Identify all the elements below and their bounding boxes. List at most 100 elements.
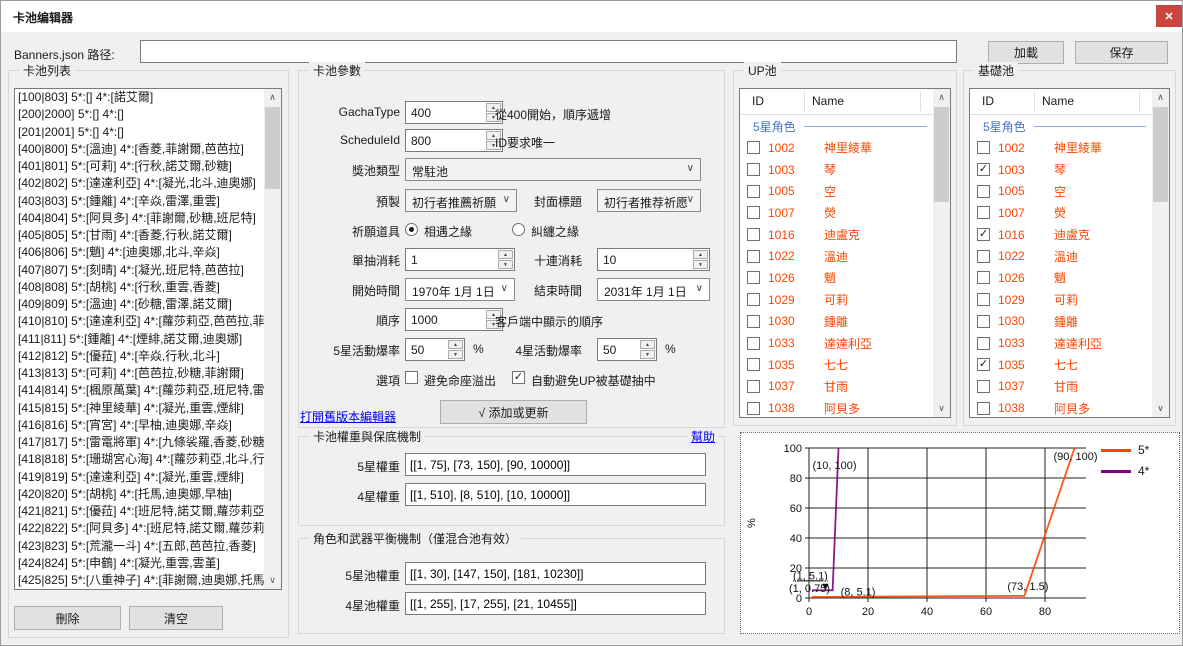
auto-avoid-up-checkbox[interactable]: ✓ xyxy=(512,371,525,384)
banner-list-item[interactable]: [405|805] 5*:[甘雨] 4*:[香菱,行秋,諾艾爾] xyxy=(15,227,264,244)
character-row[interactable]: 1002神里綾華 xyxy=(740,137,933,159)
rate5-stepper[interactable]: 50 ▲▼ xyxy=(405,338,465,361)
character-row[interactable]: 1038阿貝多 xyxy=(740,397,933,417)
banner-list-item[interactable]: [423|823] 5*:[荒瀧一斗] 4*:[五郎,芭芭拉,香菱] xyxy=(15,538,264,555)
scroll-thumb[interactable] xyxy=(265,107,280,189)
column-id[interactable]: ID xyxy=(982,94,994,108)
character-checkbox[interactable] xyxy=(747,141,760,154)
character-row[interactable]: 1022溫迪 xyxy=(970,245,1152,267)
character-row[interactable]: 1002神里綾華 xyxy=(970,137,1152,159)
character-row[interactable]: ✓1003琴 xyxy=(970,159,1152,181)
banner-list-item[interactable]: [411|811] 5*:[鍾離] 4*:[煙緋,諾艾爾,迪奧娜] xyxy=(15,331,264,348)
banner-list-item[interactable]: [420|820] 5*:[胡桃] 4*:[托馬,迪奧娜,早柚] xyxy=(15,486,264,503)
up-pool-listview[interactable]: ID Name 5星角色 1002神里綾華1003琴1005空1007熒1016… xyxy=(739,88,951,418)
banner-list-item[interactable]: [417|817] 5*:[雷電將軍] 4*:[九條裟羅,香菱,砂糖] xyxy=(15,434,264,451)
banner-list-item[interactable]: [201|2001] 5*:[] 4*:[] xyxy=(15,124,264,141)
load-button[interactable]: 加載 xyxy=(988,41,1064,64)
character-row[interactable]: 1035七七 xyxy=(740,354,933,376)
weight5-input[interactable] xyxy=(405,453,706,476)
scroll-down-icon[interactable]: ∨ xyxy=(933,400,950,417)
scroll-down-icon[interactable]: ∨ xyxy=(264,572,281,589)
cover-dropdown[interactable]: 初行者推荐祈愿 ∨ xyxy=(597,189,701,212)
banner-list-item[interactable]: [415|815] 5*:[神里綾華] 4*:[凝光,重雲,煙緋] xyxy=(15,400,264,417)
character-checkbox[interactable] xyxy=(747,185,760,198)
spin-down-icon[interactable]: ▼ xyxy=(693,260,708,269)
radio-acquaint-fate[interactable] xyxy=(405,223,418,236)
banner-list-item[interactable]: [421|821] 5*:[優菈] 4*:[班尼特,諾艾爾,蘿莎莉亞] xyxy=(15,503,264,520)
help-link[interactable]: 幫助 xyxy=(688,428,718,445)
character-row[interactable]: 1005空 xyxy=(970,180,1152,202)
banner-list-item[interactable]: [419|819] 5*:[達達利亞] 4*:[凝光,重雲,煙緋] xyxy=(15,469,264,486)
character-row[interactable]: 1026魈 xyxy=(970,267,1152,289)
banner-list-item[interactable]: [100|803] 5*:[] 4*:[諾艾爾] xyxy=(15,89,264,106)
base-pool-scrollbar[interactable]: ∧ ∨ xyxy=(1152,89,1169,417)
path-input[interactable] xyxy=(140,40,957,63)
character-checkbox[interactable] xyxy=(747,380,760,393)
character-row[interactable]: 1016迪盧克 xyxy=(740,224,933,246)
scroll-up-icon[interactable]: ∧ xyxy=(933,89,950,106)
banner-list-item[interactable]: [404|804] 5*:[阿貝多] 4*:[菲謝爾,砂糖,班尼特] xyxy=(15,210,264,227)
character-checkbox[interactable] xyxy=(747,228,760,241)
banner-list-item[interactable]: [412|812] 5*:[優菈] 4*:[辛焱,行秋,北斗] xyxy=(15,348,264,365)
banner-list-item[interactable]: [425|825] 5*:[八重神子] 4*:[菲謝爾,迪奧娜,托馬] xyxy=(15,572,264,589)
character-row[interactable]: 1033達達利亞 xyxy=(970,332,1152,354)
character-row[interactable]: ✓1035七七 xyxy=(970,354,1152,376)
character-checkbox[interactable] xyxy=(747,358,760,371)
character-checkbox[interactable]: ✓ xyxy=(977,358,990,371)
character-row[interactable]: 1037甘雨 xyxy=(740,376,933,398)
character-checkbox[interactable] xyxy=(977,185,990,198)
scroll-down-icon[interactable]: ∨ xyxy=(1152,400,1169,417)
character-checkbox[interactable] xyxy=(977,293,990,306)
character-checkbox[interactable] xyxy=(977,402,990,415)
spin-down-icon[interactable]: ▼ xyxy=(448,350,463,359)
character-checkbox[interactable] xyxy=(977,271,990,284)
column-name[interactable]: Name xyxy=(1042,94,1074,108)
character-row[interactable]: 1030鍾離 xyxy=(740,311,933,333)
character-checkbox[interactable] xyxy=(977,206,990,219)
character-checkbox[interactable] xyxy=(747,250,760,263)
scroll-up-icon[interactable]: ∧ xyxy=(264,89,281,106)
pool-list-scrollbar[interactable]: ∧ ∨ xyxy=(264,89,281,589)
character-checkbox[interactable]: ✓ xyxy=(977,228,990,241)
end-time-picker[interactable]: 2031年 1月 1日 ∨ xyxy=(597,278,710,301)
delete-button[interactable]: 刪除 xyxy=(14,606,121,630)
character-row[interactable]: 1007熒 xyxy=(740,202,933,224)
spin-up-icon[interactable]: ▲ xyxy=(693,250,708,259)
character-checkbox[interactable] xyxy=(977,380,990,393)
character-checkbox[interactable] xyxy=(747,337,760,350)
rate4-stepper[interactable]: 50 ▲▼ xyxy=(597,338,657,361)
banner-list-item[interactable]: [400|800] 5*:[溫迪] 4*:[香菱,菲謝爾,芭芭拉] xyxy=(15,141,264,158)
character-checkbox[interactable] xyxy=(747,163,760,176)
scroll-up-icon[interactable]: ∧ xyxy=(1152,89,1169,106)
character-checkbox[interactable]: ✓ xyxy=(977,163,990,176)
banner-list-item[interactable]: [200|2000] 5*:[] 4*:[] xyxy=(15,106,264,123)
column-id[interactable]: ID xyxy=(752,94,764,108)
banner-list-item[interactable]: [403|803] 5*:[鍾離] 4*:[辛焱,雷澤,重雲] xyxy=(15,193,264,210)
save-button[interactable]: 保存 xyxy=(1075,41,1168,64)
character-checkbox[interactable] xyxy=(747,293,760,306)
open-old-editor-link[interactable]: 打開舊版本編輯器 xyxy=(300,408,396,425)
banner-list-item[interactable]: [407|807] 5*:[刻晴] 4*:[凝光,班尼特,芭芭拉] xyxy=(15,262,264,279)
banner-list-item[interactable]: [409|809] 5*:[溫迪] 4*:[砂糖,雷澤,諾艾爾] xyxy=(15,296,264,313)
spin-up-icon[interactable]: ▲ xyxy=(448,340,463,349)
banner-list-item[interactable]: [418|818] 5*:[珊瑚宮心海] 4*:[蘿莎莉亞,北斗,行秋] xyxy=(15,451,264,468)
character-row[interactable]: 1022溫迪 xyxy=(740,245,933,267)
radio-intertwined-fate[interactable] xyxy=(512,223,525,236)
character-checkbox[interactable] xyxy=(977,250,990,263)
banner-list-item[interactable]: [410|810] 5*:[達達利亞] 4*:[蘿莎莉亞,芭芭拉,菲謝爾] xyxy=(15,313,264,330)
character-row[interactable]: 1030鍾離 xyxy=(970,311,1152,333)
column-name[interactable]: Name xyxy=(812,94,844,108)
pool-listbox[interactable]: [100|803] 5*:[] 4*:[諾艾爾][200|2000] 5*:[]… xyxy=(14,88,282,590)
clear-button[interactable]: 清空 xyxy=(129,606,223,630)
character-checkbox[interactable] xyxy=(977,315,990,328)
pooltype-dropdown[interactable]: 常駐池 ∨ xyxy=(405,158,701,181)
character-checkbox[interactable] xyxy=(747,271,760,284)
character-checkbox[interactable] xyxy=(747,315,760,328)
banner-list-item[interactable]: [424|824] 5*:[申鶴] 4*:[凝光,重雲,雲堇] xyxy=(15,555,264,572)
character-row[interactable]: 1003琴 xyxy=(740,159,933,181)
ten-cost-stepper[interactable]: 10 ▲▼ xyxy=(597,248,710,271)
banner-list-item[interactable]: [406|806] 5*:[魈] 4*:[迪奧娜,北斗,辛焱] xyxy=(15,244,264,261)
banner-list-item[interactable]: [413|813] 5*:[可莉] 4*:[芭芭拉,砂糖,菲謝爾] xyxy=(15,365,264,382)
scroll-thumb[interactable] xyxy=(1153,107,1168,202)
order-stepper[interactable]: 1000 ▲▼ xyxy=(405,308,503,331)
